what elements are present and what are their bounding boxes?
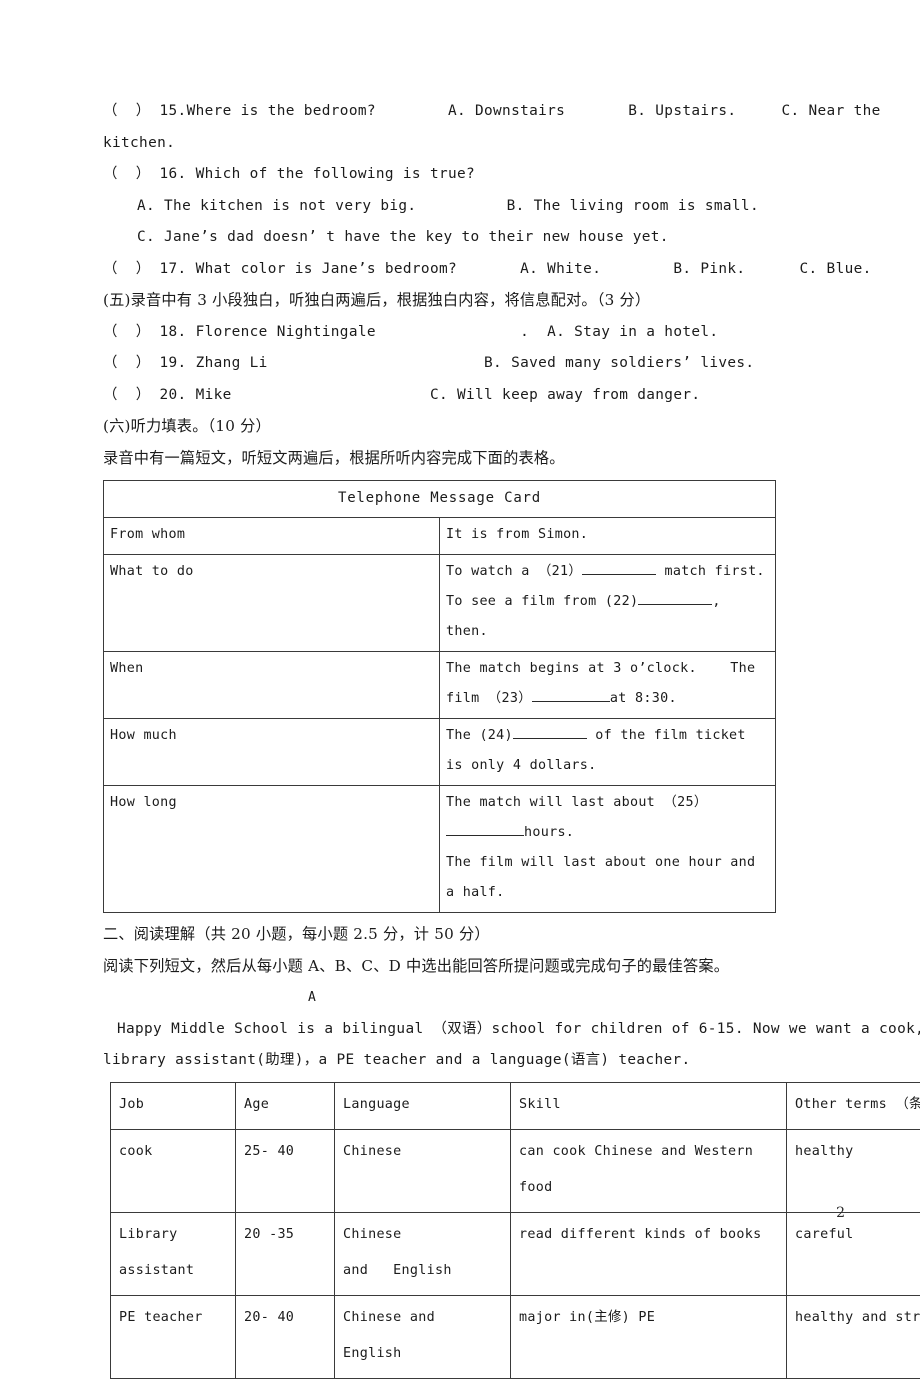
section-six-heading: (六)听力填表。（10 分） bbox=[103, 411, 903, 443]
cell-other: careful bbox=[787, 1212, 920, 1295]
cell-language: Chinese bbox=[335, 1129, 511, 1212]
from-whom-text: It is from Simon. bbox=[446, 527, 588, 542]
what-to-do-line1-post: match first. bbox=[656, 564, 765, 579]
row-label-from-whom: From whom bbox=[104, 518, 440, 555]
cell-age: 20- 40 bbox=[236, 1295, 335, 1378]
answer-blank-23[interactable] bbox=[532, 701, 610, 702]
row-label-when: When bbox=[104, 652, 440, 719]
table-row: PE teacher 20- 40 Chinese and English ma… bbox=[111, 1295, 920, 1378]
answer-blank-24[interactable] bbox=[513, 738, 587, 739]
exam-page: （ ） 15.Where is the bedroom? A. Downstai… bbox=[0, 0, 920, 1302]
col-header-skill: Skill bbox=[511, 1082, 787, 1129]
answer-blank-22[interactable] bbox=[638, 604, 712, 605]
cell-job: Library assistant bbox=[111, 1212, 236, 1295]
cell-language: Chinese and English bbox=[335, 1212, 511, 1295]
table-header-row: Job Age Language Skill Other terms （条件） bbox=[111, 1082, 920, 1129]
what-to-do-line2-pre: To see a film from (22) bbox=[446, 594, 638, 609]
row-label-what-to-do: What to do bbox=[104, 555, 440, 652]
table-row: Library assistant 20 -35 Chinese and Eng… bbox=[111, 1212, 920, 1295]
cell-language: Chinese and English bbox=[335, 1295, 511, 1378]
section-five-heading: (五)录音中有 3 小段独白，听独白两遍后，根据独白内容，将信息配对。（3 分） bbox=[103, 285, 903, 317]
row-label-how-much: How much bbox=[104, 719, 440, 786]
cell-age: 25- 40 bbox=[236, 1129, 335, 1212]
cell-skill: can cook Chinese and Western food bbox=[511, 1129, 787, 1212]
table-row: How long The match will last about （25） h… bbox=[104, 786, 776, 913]
cell-other: healthy and strong bbox=[787, 1295, 920, 1378]
col-header-language: Language bbox=[335, 1082, 511, 1129]
what-to-do-line1-pre: To watch a （21） bbox=[446, 564, 582, 579]
cell-skill: read different kinds of books bbox=[511, 1212, 787, 1295]
question-15-line1: （ ） 15.Where is the bedroom? A. Downstai… bbox=[103, 96, 903, 128]
page-content: （ ） 15.Where is the bedroom? A. Downstai… bbox=[103, 96, 903, 1379]
reading-instruction: 阅读下列短文，然后从每小题 A、B、C、D 中选出能回答所提问题或完成句子的最佳… bbox=[103, 951, 903, 983]
cell-job: PE teacher bbox=[111, 1295, 236, 1378]
row-value-from-whom: It is from Simon. bbox=[440, 518, 776, 555]
page-number: 2 bbox=[836, 1205, 845, 1221]
col-header-job: Job bbox=[111, 1082, 236, 1129]
section-six-instruction: 录音中有一篇短文，听短文两遍后，根据所听内容完成下面的表格。 bbox=[103, 443, 903, 475]
how-long-line1-post: hours. bbox=[524, 825, 574, 840]
answer-blank-21[interactable] bbox=[582, 574, 656, 575]
table-row: What to do To watch a （21） match first.T… bbox=[104, 555, 776, 652]
when-text-pre: The match begins at 3 o’clock. The film … bbox=[446, 661, 764, 706]
passage-label-a: A bbox=[103, 982, 903, 1014]
row-label-how-long: How long bbox=[104, 786, 440, 913]
question-16-option-c: C. Jane’s dad doesn’ t have the key to t… bbox=[103, 222, 903, 254]
question-16-options-ab: A. The kitchen is not very big. B. The l… bbox=[103, 191, 903, 223]
col-header-age: Age bbox=[236, 1082, 335, 1129]
table-row-title: Telephone Message Card bbox=[104, 481, 776, 518]
when-text-post: at 8:30. bbox=[610, 691, 677, 706]
table-row: When The match begins at 3 o’clock. The … bbox=[104, 652, 776, 719]
col-header-other-terms: Other terms （条件） bbox=[787, 1082, 920, 1129]
question-18: （ ） 18. Florence Nightingale . A. Stay i… bbox=[103, 317, 903, 349]
telephone-message-card-table: Telephone Message Card From whom It is f… bbox=[103, 480, 776, 913]
message-card-title: Telephone Message Card bbox=[104, 481, 776, 518]
table-row: How much The (24) of the film ticket is … bbox=[104, 719, 776, 786]
how-long-line2: The film will last about one hour and a … bbox=[446, 855, 764, 900]
row-value-how-long: The match will last about （25） hours. The … bbox=[440, 786, 776, 913]
table-row: cook 25- 40 Chinese can cook Chinese and… bbox=[111, 1129, 920, 1212]
question-19: （ ） 19. Zhang Li B. Saved many soldiers’… bbox=[103, 348, 903, 380]
question-17: （ ） 17. What color is Jane’s bedroom? A.… bbox=[103, 254, 903, 286]
reading-section-heading: 二、阅读理解（共 20 小题，每小题 2.5 分，计 50 分） bbox=[103, 919, 903, 951]
question-15-line2: kitchen. bbox=[103, 128, 903, 160]
cell-other: healthy bbox=[787, 1129, 920, 1212]
passage-line-1: Happy Middle School is a bilingual （双语）s… bbox=[103, 1014, 903, 1046]
row-value-how-much: The (24) of the film ticket is only 4 do… bbox=[440, 719, 776, 786]
passage-line-2: library assistant(助理)，a PE teacher and a… bbox=[103, 1045, 903, 1077]
row-value-when: The match begins at 3 o’clock. The film … bbox=[440, 652, 776, 719]
answer-blank-25[interactable] bbox=[446, 835, 524, 836]
cell-job: cook bbox=[111, 1129, 236, 1212]
how-much-pre: The (24) bbox=[446, 728, 513, 743]
job-requirements-table: Job Age Language Skill Other terms （条件） … bbox=[110, 1082, 920, 1379]
question-16-stem: （ ） 16. Which of the following is true? bbox=[103, 159, 903, 191]
row-value-what-to-do: To watch a （21） match first. To see a fil… bbox=[440, 555, 776, 652]
question-20: （ ） 20. Mike C. Will keep away from dang… bbox=[103, 380, 903, 412]
how-long-line1-pre: The match will last about （25） bbox=[446, 795, 708, 810]
cell-skill: major in(主修) PE bbox=[511, 1295, 787, 1378]
cell-age: 20 -35 bbox=[236, 1212, 335, 1295]
table-row: From whom It is from Simon. bbox=[104, 518, 776, 555]
